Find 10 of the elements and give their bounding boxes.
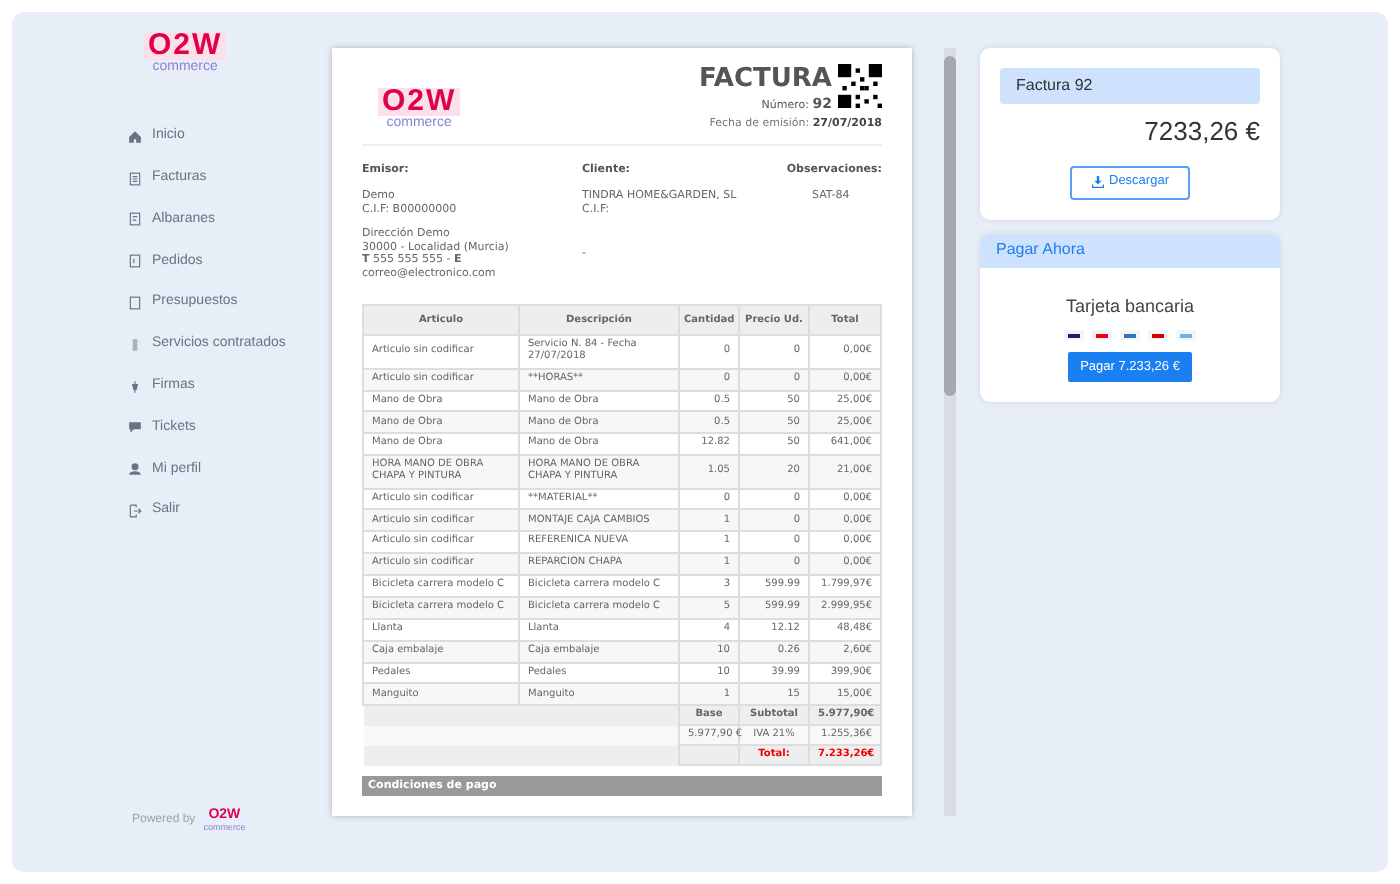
invoice-label: Factura 92 (1000, 68, 1260, 104)
scrollbar-thumb[interactable] (944, 56, 956, 396)
invoice-title: FACTURA (699, 64, 832, 94)
logo-mark: O2W (378, 88, 461, 116)
logo-mark: O2W (144, 32, 227, 60)
payment-method: Tarjeta bancaria (1063, 293, 1197, 320)
invoice-amount: 7233,26 € (1142, 114, 1260, 150)
payment-header: Pagar Ahora (980, 233, 1280, 267)
download-icon (1091, 176, 1103, 188)
qr-code-icon (838, 64, 882, 108)
